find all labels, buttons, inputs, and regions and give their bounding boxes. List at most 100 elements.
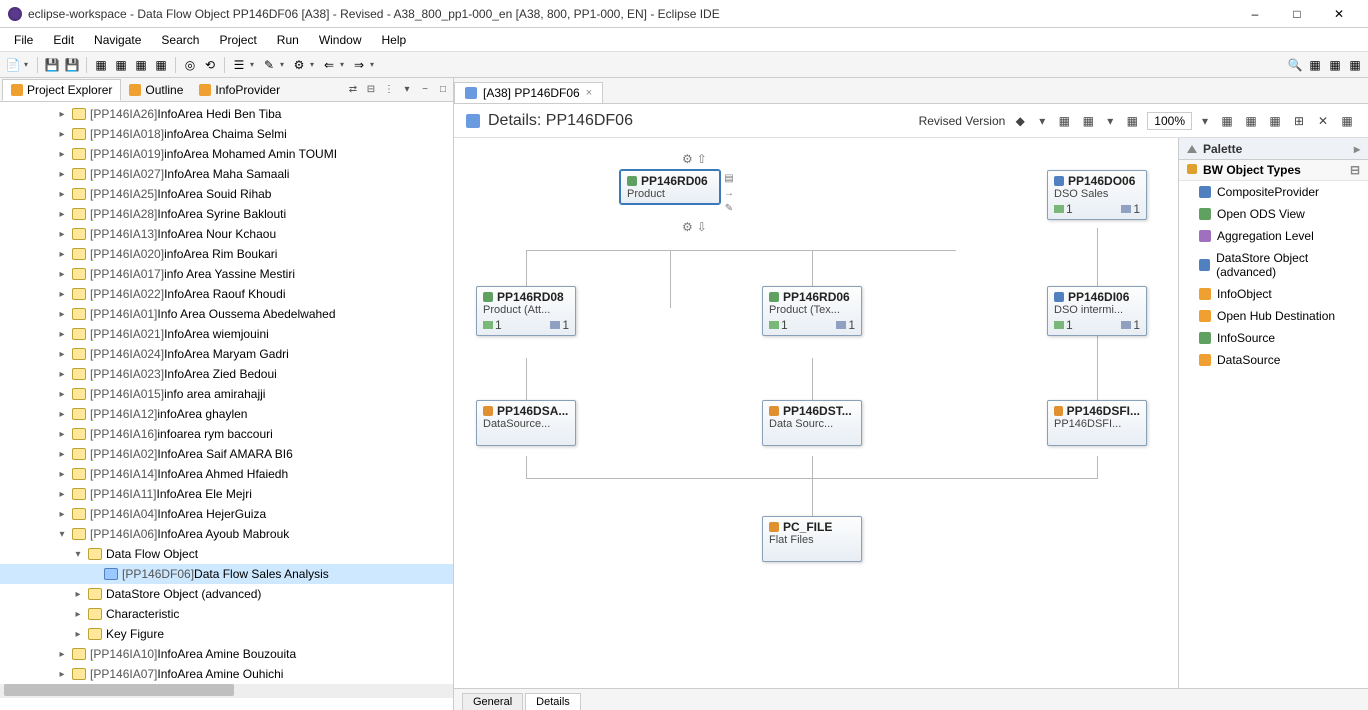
twisty-icon[interactable]: ▸ — [56, 389, 68, 400]
editor-tab[interactable]: [A38] PP146DF06 × — [454, 82, 603, 103]
new-button[interactable]: 📄 — [4, 56, 22, 74]
perspective-button[interactable]: ▦ — [1326, 56, 1344, 74]
palette-header[interactable]: Palette ▸ — [1179, 138, 1368, 160]
twisty-icon[interactable]: ▾ — [56, 529, 68, 540]
tab-outline[interactable]: Outline — [121, 80, 191, 100]
diagram-canvas[interactable]: ⚙⇧ PP146RD06 Product ▤ → ✎ ⚙⇩ PP146DO06 … — [454, 138, 1178, 688]
tree-item[interactable]: ▾[PP146IA06] InfoArea Ayoub Mabrouk — [0, 524, 453, 544]
tree-item[interactable]: ▸[PP146IA16] infoarea rym baccouri — [0, 424, 453, 444]
arrow-down-icon[interactable]: ⇩ — [697, 220, 707, 234]
close-button[interactable]: ✕ — [1318, 2, 1360, 26]
twisty-icon[interactable]: ▸ — [56, 249, 68, 260]
twisty-icon[interactable]: ▸ — [56, 409, 68, 420]
palette-item[interactable]: Open ODS View — [1179, 203, 1368, 225]
twisty-icon[interactable]: ▸ — [72, 609, 84, 620]
dropdown-icon[interactable]: ▾ — [24, 60, 32, 69]
tree-item[interactable]: ▸[PP146IA26] InfoArea Hedi Ben Tiba — [0, 104, 453, 124]
twisty-icon[interactable]: ▸ — [56, 369, 68, 380]
twisty-icon[interactable]: ▸ — [56, 669, 68, 680]
toolbar-button[interactable]: ☰ — [230, 56, 248, 74]
toolbar-icon[interactable]: ⊞ — [1290, 112, 1308, 130]
minimize-button[interactable]: – — [1234, 2, 1276, 26]
toolbar-icon[interactable]: ▦ — [1055, 112, 1073, 130]
twisty-icon[interactable]: ▸ — [56, 469, 68, 480]
tab-details[interactable]: Details — [525, 693, 581, 710]
twisty-icon[interactable]: ▸ — [56, 189, 68, 200]
tree-item[interactable]: ▸[PP146IA04] InfoArea HejerGuiza — [0, 504, 453, 524]
twisty-icon[interactable]: ▸ — [56, 449, 68, 460]
tree-item[interactable]: ▸[PP146IA28] InfoArea Syrine Baklouti — [0, 204, 453, 224]
menu-help[interactable]: Help — [372, 30, 417, 50]
gear-icon[interactable]: ⚙ — [682, 220, 693, 234]
node-product-att[interactable]: PP146RD08 Product (Att... 11 — [476, 286, 576, 336]
twisty-icon[interactable]: ▸ — [56, 149, 68, 160]
tree-item[interactable]: ▸[PP146IA021] InfoArea wiemjouini — [0, 324, 453, 344]
menu-search[interactable]: Search — [151, 30, 209, 50]
view-menu-icon[interactable]: ▾ — [399, 82, 415, 98]
perspective-button[interactable]: ▦ — [1306, 56, 1324, 74]
toolbar-button[interactable]: ◎ — [181, 56, 199, 74]
back-button[interactable]: ⇐ — [320, 56, 338, 74]
node-dso-sales[interactable]: PP146DO06 DSO Sales 11 — [1047, 170, 1147, 220]
toolbar-icon[interactable]: ▦ — [1218, 112, 1236, 130]
twisty-icon[interactable]: ▸ — [56, 429, 68, 440]
node-anchors[interactable]: ⚙⇧ — [682, 152, 707, 166]
tree-item[interactable]: ▸[PP146IA12] infoArea ghaylen — [0, 404, 453, 424]
node-product-tex[interactable]: PP146RD06 Product (Tex... 11 — [762, 286, 862, 336]
node-dso-intermi[interactable]: PP146DI06 DSO intermi... 11 — [1047, 286, 1147, 336]
tree-item[interactable]: ▸DataStore Object (advanced) — [0, 584, 453, 604]
scrollbar-thumb[interactable] — [4, 684, 234, 696]
collapse-all-icon[interactable]: ⊟ — [363, 82, 379, 98]
horizontal-scrollbar[interactable] — [0, 684, 453, 698]
maximize-button[interactable]: □ — [1276, 2, 1318, 26]
tree-item[interactable]: ▸[PP146IA07] InfoArea Amine Ouhichi — [0, 664, 453, 684]
toolbar-icon[interactable]: ▦ — [1266, 112, 1284, 130]
node-product[interactable]: PP146RD06 Product ▤ → ✎ — [620, 170, 720, 204]
toolbar-icon[interactable]: ▦ — [1338, 112, 1356, 130]
tree-item[interactable]: ▸[PP146IA024] InfoArea Maryam Gadri — [0, 344, 453, 364]
tab-general[interactable]: General — [462, 693, 523, 710]
tree-item[interactable]: ▸[PP146IA022] InfoArea Raouf Khoudi — [0, 284, 453, 304]
link-editor-icon[interactable]: ⇄ — [345, 82, 361, 98]
tree-item[interactable]: ▸[PP146IA02] InfoArea Saif AMARA BI6 — [0, 444, 453, 464]
twisty-icon[interactable]: ▸ — [56, 269, 68, 280]
dropdown-icon[interactable]: ▾ — [250, 60, 258, 69]
twisty-icon[interactable]: ▸ — [56, 509, 68, 520]
node-datasource-fi[interactable]: PP146DSFI... PP146DSFI... — [1047, 400, 1147, 446]
dropdown-icon[interactable]: ▾ — [280, 60, 288, 69]
tree-item[interactable]: ▸[PP146IA017] info Area Yassine Mestiri — [0, 264, 453, 284]
menu-project[interactable]: Project — [209, 30, 266, 50]
toolbar-button[interactable]: ✎ — [260, 56, 278, 74]
dropdown-icon[interactable]: ▾ — [340, 60, 348, 69]
filter-icon[interactable]: ⋮ — [381, 82, 397, 98]
close-icon[interactable]: × — [586, 87, 592, 99]
toolbar-button[interactable]: ⚙ — [290, 56, 308, 74]
tree-item[interactable]: ▸[PP146IA01] Info Area Oussema Abedelwah… — [0, 304, 453, 324]
action-icon[interactable]: ▤ — [723, 173, 735, 185]
dropdown-icon[interactable]: ▾ — [370, 60, 378, 69]
maximize-icon[interactable]: □ — [435, 82, 451, 98]
twisty-icon[interactable]: ▸ — [56, 109, 68, 120]
chevron-right-icon[interactable]: ▸ — [1354, 142, 1360, 156]
search-icon[interactable]: 🔍 — [1286, 56, 1304, 74]
palette-item[interactable]: Open Hub Destination — [1179, 305, 1368, 327]
palette-item[interactable]: DataStore Object (advanced) — [1179, 247, 1368, 283]
dropdown-icon[interactable]: ▾ — [310, 60, 318, 69]
forward-button[interactable]: ⇒ — [350, 56, 368, 74]
twisty-icon[interactable]: ▸ — [56, 309, 68, 320]
node-datasource-t[interactable]: PP146DST... Data Sourc... — [762, 400, 862, 446]
twisty-icon[interactable]: ▾ — [72, 549, 84, 560]
twisty-icon[interactable]: ▸ — [56, 329, 68, 340]
palette-item[interactable]: InfoSource — [1179, 327, 1368, 349]
tab-project-explorer[interactable]: Project Explorer — [2, 79, 121, 101]
twisty-icon[interactable]: ▸ — [56, 349, 68, 360]
twisty-icon[interactable]: ▸ — [56, 129, 68, 140]
node-pc-file[interactable]: PC_FILE Flat Files — [762, 516, 862, 562]
node-anchors[interactable]: ⚙⇩ — [682, 220, 707, 234]
tree-item[interactable]: [PP146DF06] Data Flow Sales Analysis — [0, 564, 453, 584]
toolbar-button[interactable]: ▦ — [132, 56, 150, 74]
menu-run[interactable]: Run — [267, 30, 309, 50]
toolbar-button[interactable]: ▦ — [152, 56, 170, 74]
toolbar-icon[interactable]: ▦ — [1242, 112, 1260, 130]
palette-item[interactable]: DataSource — [1179, 349, 1368, 371]
